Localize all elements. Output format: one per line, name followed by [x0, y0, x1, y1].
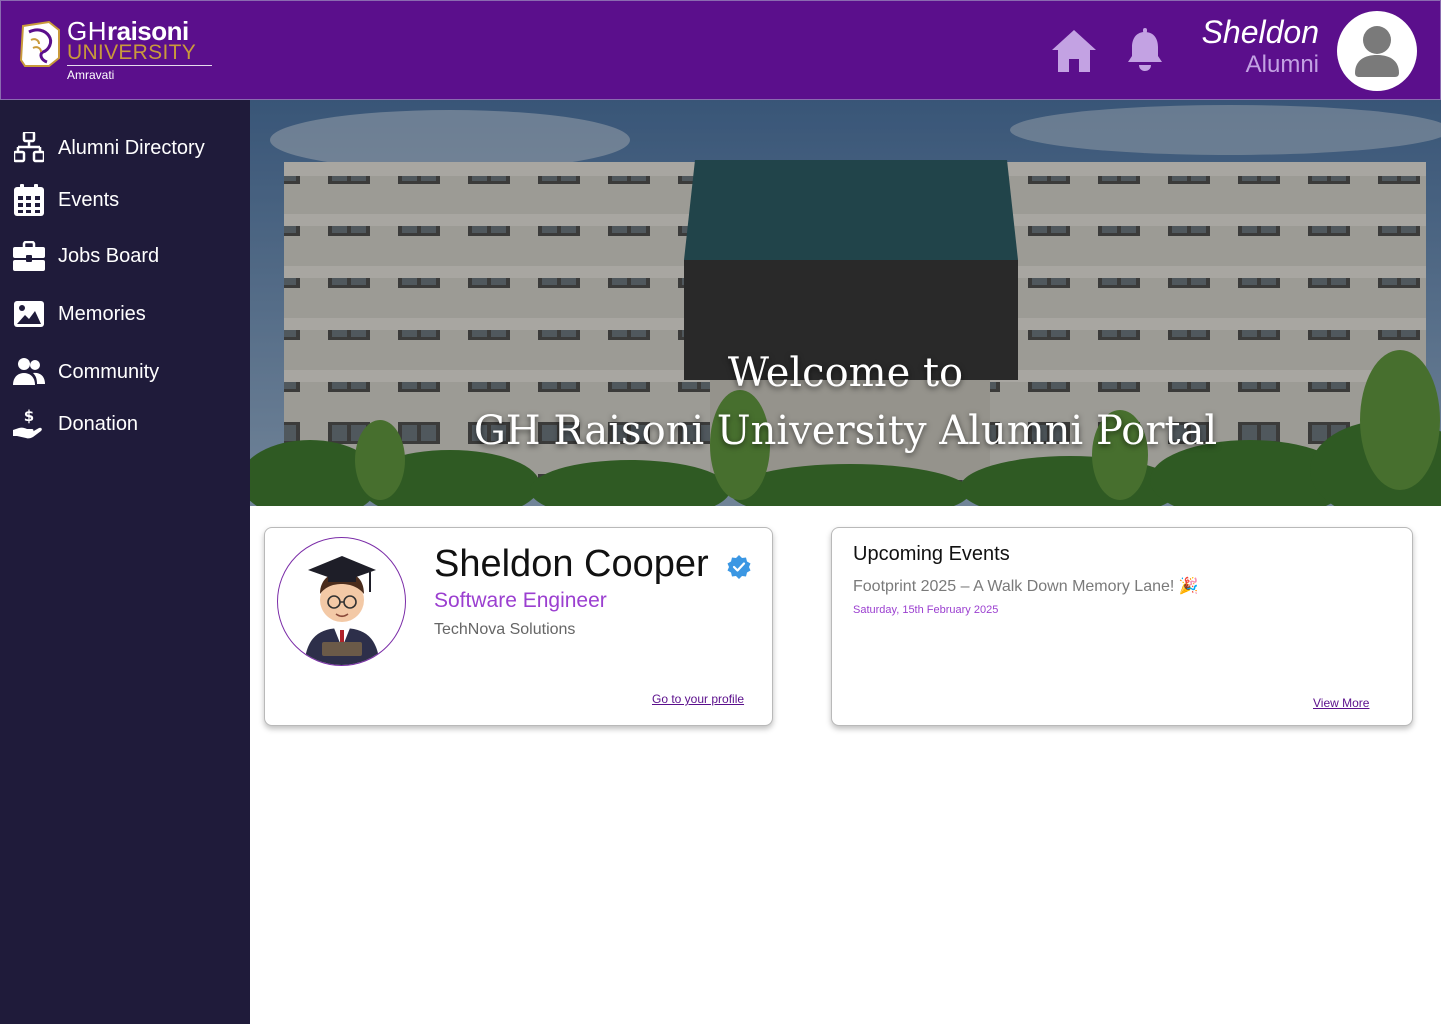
logo-mark-icon: [19, 20, 60, 67]
profile-company: TechNova Solutions: [434, 621, 576, 638]
bell-icon[interactable]: [1126, 28, 1164, 72]
profile-card: Sheldon Cooper Software Engineer TechNov…: [264, 527, 773, 726]
sidebar: Alumni Directory Events Jobs Board Memor…: [0, 100, 250, 1024]
sidebar-item-events[interactable]: Events: [0, 178, 250, 222]
logo-divider: [67, 65, 212, 66]
sidebar-item-label: Events: [58, 189, 120, 211]
graduate-avatar-icon: [304, 556, 380, 665]
header-user-name: Sheldon: [1201, 14, 1319, 50]
university-logo[interactable]: GHraisoni UNIVERSITY Amravati: [19, 18, 219, 88]
sidebar-item-label: Jobs Board: [58, 245, 160, 267]
hand-dollar-icon: $: [13, 408, 45, 440]
sitemap-icon: [13, 132, 45, 164]
sidebar-item-label: Memories: [58, 303, 146, 325]
upcoming-events-card: Upcoming Events Footprint 2025 – A Walk …: [831, 527, 1413, 726]
sidebar-item-community[interactable]: Community: [0, 350, 250, 394]
profile-role: Software Engineer: [434, 589, 607, 612]
verified-badge-icon: [727, 555, 751, 579]
header-avatar[interactable]: [1337, 11, 1417, 91]
sidebar-item-memories[interactable]: Memories: [0, 292, 250, 336]
header-user-info[interactable]: Sheldon Alumni: [1202, 13, 1319, 79]
logo-city-text: Amravati: [67, 68, 115, 82]
header-user-role: Alumni: [1245, 51, 1319, 78]
hero-title-line2: GH Raisoni University Alumni Portal: [473, 408, 1218, 454]
sidebar-item-jobs-board[interactable]: Jobs Board: [0, 234, 250, 278]
users-icon: [13, 356, 45, 388]
view-more-link[interactable]: View More: [1313, 696, 1369, 710]
top-header: GHraisoni UNIVERSITY Amravati Sheldon Al…: [0, 0, 1441, 100]
hero-banner: Welcome to GH Raisoni University Alumni …: [250, 100, 1441, 506]
go-to-profile-link[interactable]: Go to your profile: [652, 692, 744, 706]
profile-name: Sheldon Cooper: [434, 543, 709, 585]
sidebar-item-donation[interactable]: $ Donation: [0, 402, 250, 446]
calendar-icon: [13, 184, 45, 216]
briefcase-icon: [13, 240, 45, 272]
sidebar-item-label: Alumni Directory: [58, 137, 205, 159]
event-item-date: Saturday, 15th February 2025: [853, 604, 999, 616]
sidebar-item-label: Donation: [58, 413, 139, 435]
upcoming-events-title: Upcoming Events: [853, 543, 1010, 565]
profile-avatar: [277, 537, 406, 666]
logo-university-text: UNIVERSITY: [67, 41, 197, 64]
svg-text:$: $: [24, 408, 34, 425]
home-icon[interactable]: [1050, 28, 1098, 74]
event-item-name[interactable]: Footprint 2025 – A Walk Down Memory Lane…: [853, 577, 1199, 597]
user-avatar-icon: [1355, 26, 1399, 77]
sidebar-item-alumni-directory[interactable]: Alumni Directory: [0, 126, 250, 170]
image-icon: [13, 298, 45, 330]
sidebar-item-label: Community: [58, 361, 160, 383]
hero-title-line1: Welcome to: [727, 350, 964, 396]
hero-title: Welcome to GH Raisoni University Alumni …: [250, 344, 1441, 460]
